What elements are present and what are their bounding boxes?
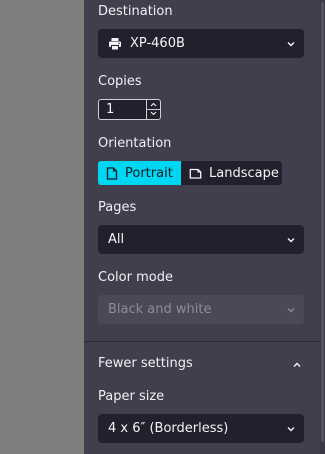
color-mode-label: Color mode (98, 270, 173, 285)
chevron-down-icon (287, 426, 295, 431)
copies-stepper[interactable]: 1 (98, 99, 161, 120)
chevron-up-icon (150, 102, 157, 107)
paper-size-label: Paper size (98, 389, 165, 404)
destination-label: Destination (98, 4, 173, 19)
paper-size-select[interactable]: 4 x 6″ (Borderless) (98, 414, 304, 443)
chevron-down-icon (287, 307, 295, 312)
chevron-down-icon (287, 237, 295, 242)
section-divider (84, 341, 320, 342)
orientation-label: Orientation (98, 136, 172, 151)
printer-icon (109, 37, 121, 50)
pages-label: Pages (98, 200, 137, 215)
chevron-down-icon (150, 111, 157, 116)
orientation-landscape-button[interactable]: Landscape (181, 161, 282, 185)
landscape-label: Landscape (209, 165, 279, 181)
orientation-portrait-button[interactable]: Portrait (98, 161, 181, 185)
print-preview-area (0, 0, 84, 454)
copies-decrement-button[interactable] (147, 109, 160, 118)
color-mode-select: Black and white (98, 295, 304, 324)
portrait-label: Portrait (125, 165, 173, 181)
destination-select[interactable]: XP-460B (98, 29, 304, 58)
chevron-down-icon (287, 41, 295, 46)
chevron-up-icon (293, 362, 301, 367)
print-dialog: Destination XP-460B Copies 1 Orientation… (0, 0, 325, 454)
pages-select[interactable]: All (98, 225, 304, 254)
destination-value: XP-460B (130, 36, 185, 51)
fewer-settings-toggle[interactable]: Fewer settings (98, 356, 304, 376)
color-mode-value: Black and white (108, 302, 212, 317)
portrait-page-icon (106, 166, 118, 180)
settings-scrollbar-thumb[interactable] (321, 2, 324, 442)
copies-value[interactable]: 1 (106, 102, 114, 117)
copies-label: Copies (98, 74, 142, 89)
paper-size-value: 4 x 6″ (Borderless) (108, 421, 229, 436)
pages-value: All (108, 232, 125, 247)
fewer-settings-label: Fewer settings (98, 356, 193, 371)
copies-spin-buttons (146, 100, 160, 119)
landscape-page-icon (189, 168, 202, 179)
